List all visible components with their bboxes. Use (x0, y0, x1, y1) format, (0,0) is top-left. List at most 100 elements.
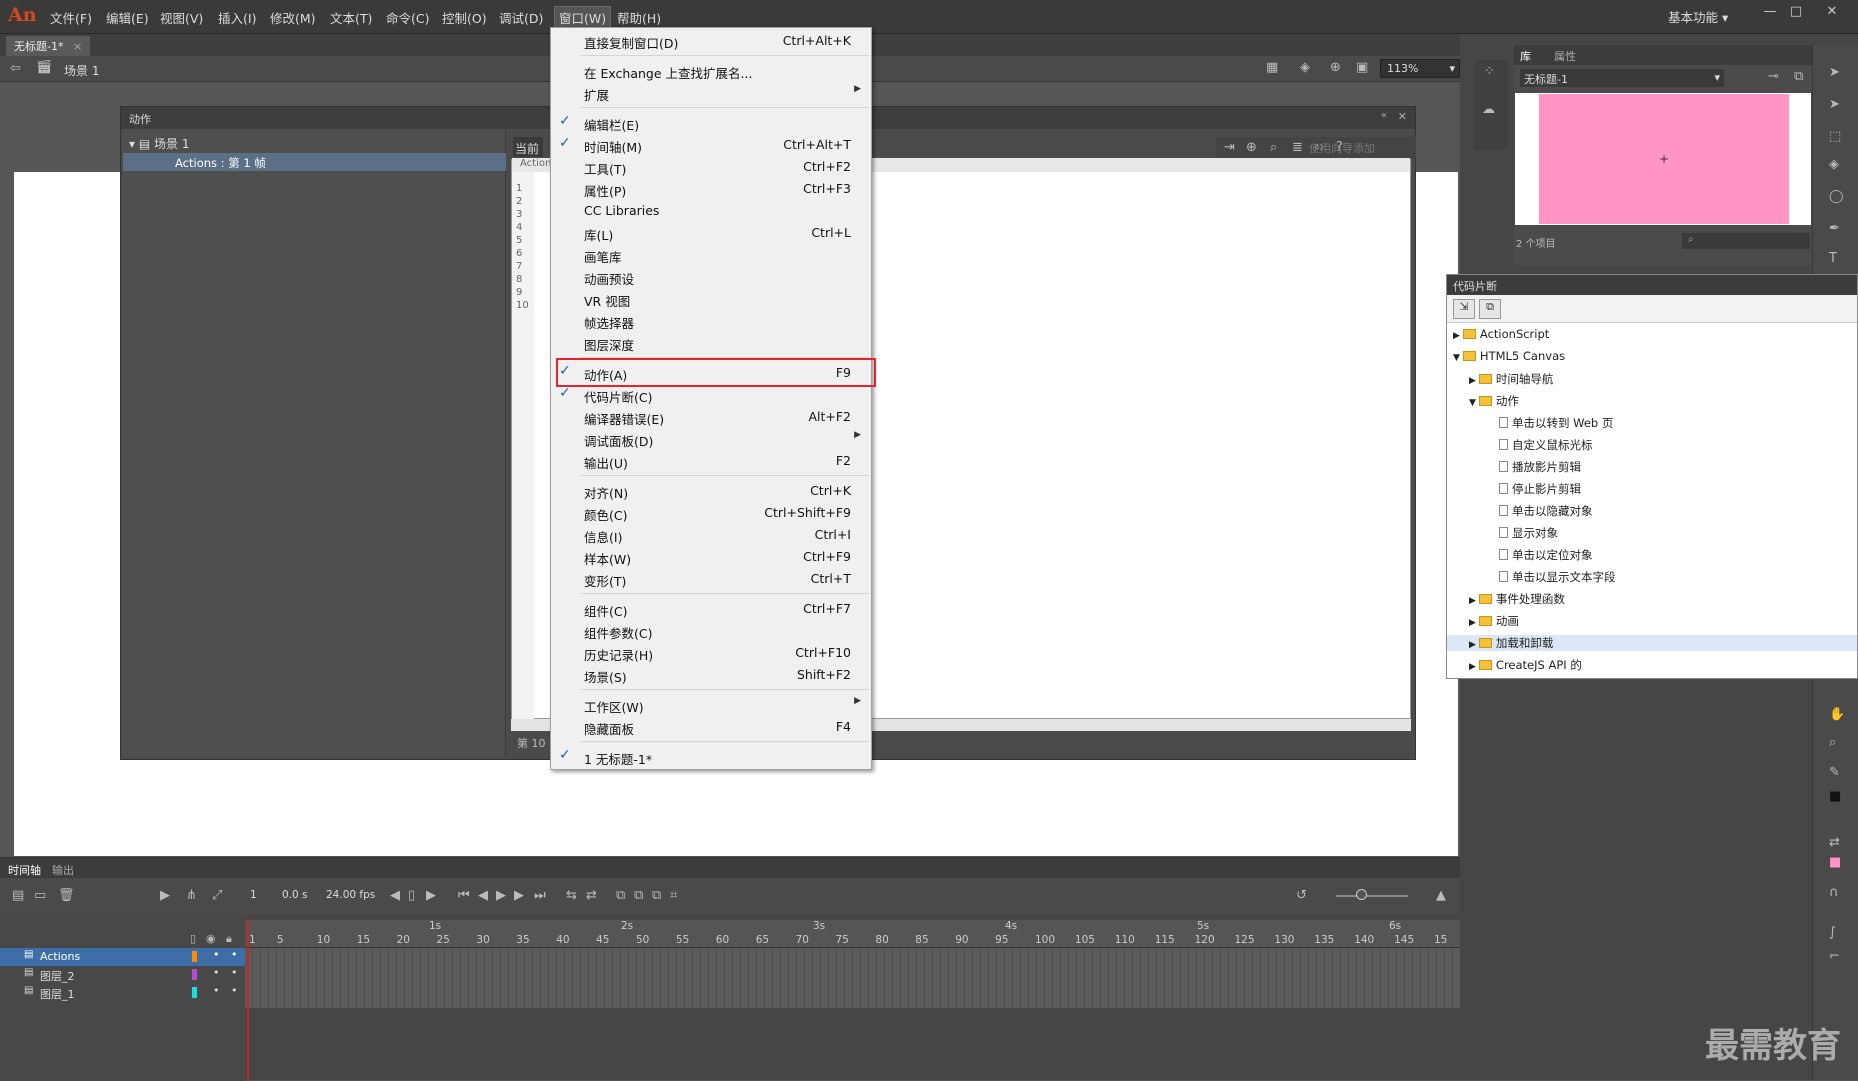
window-menu-item[interactable]: 隐藏面板 F4 (551, 716, 871, 737)
frame-ruler[interactable]: 1 5 10 15 20 25 30 35 40 45 50 55 60 65 70 75 80 85 90 95 10… (245, 920, 1460, 948)
snippet-node[interactable]: 单击以定位对象 (1485, 547, 1593, 563)
library-search[interactable]: ⌕ (1682, 233, 1810, 249)
window-menu-item[interactable]: 在 Exchange 上查找扩展名... (551, 60, 871, 81)
copy-clipboard-icon[interactable]: ⧉ (1479, 299, 1501, 319)
snippet-node[interactable]: 显示对象 (1485, 525, 1558, 541)
expand-arrow-icon[interactable]: ▼ (1453, 353, 1460, 363)
lock-dot[interactable]: • (231, 948, 238, 961)
markers-icon[interactable]: ⌗ (670, 888, 677, 903)
eye-icon[interactable]: ◉ (206, 932, 216, 945)
first-frame-icon[interactable]: ⏮ (458, 888, 470, 903)
layer-row[interactable]: ▤ 图层_1 • • (0, 984, 245, 1002)
zoom-select[interactable]: 113% ▾ (1380, 59, 1460, 78)
snippet-node[interactable]: ▶ 时间轴导航 (1469, 371, 1553, 387)
subselect-tool-icon[interactable]: ➤ (1829, 97, 1840, 112)
zoom-slider-handle[interactable] (1356, 889, 1367, 900)
window-menu-item[interactable]: 工具(T) Ctrl+F2 (551, 156, 871, 177)
assets-icon[interactable]: ⁘ (1484, 64, 1495, 79)
lasso-icon[interactable]: ◯ (1829, 189, 1844, 204)
snippet-node[interactable]: ▼ HTML5 Canvas (1453, 349, 1565, 363)
window-menu-item[interactable]: VR 视图 (551, 288, 871, 309)
frame-rate[interactable]: 24.00 fps (326, 889, 375, 901)
window-menu-item[interactable]: ✓ 代码片断(C) (551, 384, 871, 405)
delete-icon[interactable]: 🗑︎ (58, 888, 75, 903)
center-frame-icon[interactable]: ↺ (1296, 888, 1307, 903)
next-keyframe-icon[interactable]: ▶ (426, 888, 436, 903)
snippet-node[interactable]: 自定义鼠标光标 (1485, 437, 1593, 453)
window-menu-item[interactable]: 工作区(W) ▶ (551, 694, 871, 715)
close-icon[interactable]: × (73, 40, 82, 53)
tab-library[interactable]: 库 (1520, 48, 1531, 64)
cc-libraries-icon[interactable]: ☁ (1482, 102, 1495, 117)
expand-arrow-icon[interactable]: ▶ (1469, 376, 1476, 386)
swap-colors-icon[interactable]: ⇄ (1829, 835, 1840, 850)
panel-close-icon[interactable]: ✕ (1398, 110, 1407, 123)
insert-keyframe-icon[interactable]: ▯ (408, 888, 415, 903)
expand-arrow-icon[interactable]: ▶ (1469, 618, 1476, 628)
collapse-icon[interactable]: « (1381, 110, 1387, 121)
snippet-node[interactable]: 单击以显示文本字段 (1485, 569, 1616, 585)
menu-9[interactable]: 窗口(W) (554, 6, 612, 29)
menu-8[interactable]: 调试(D) (499, 8, 543, 27)
pin-icon[interactable]: ⇥ (1224, 140, 1235, 155)
smooth-icon[interactable]: ∫ (1829, 925, 1836, 940)
eyedropper-icon[interactable]: ✎ (1829, 765, 1840, 780)
frame-grid[interactable] (245, 948, 1460, 1008)
snippet-node[interactable]: ▶ 加载和卸载 (1447, 635, 1857, 651)
search-icon[interactable]: ⌕ (1270, 140, 1277, 155)
layer-color-swatch[interactable] (192, 987, 197, 998)
maximize-button[interactable]: □ (1784, 4, 1808, 22)
visibility-dot[interactable]: • (213, 948, 220, 961)
stroke-color-icon[interactable]: ■ (1829, 789, 1841, 804)
window-menu-item[interactable]: 组件参数(C) (551, 620, 871, 641)
prev-keyframe-icon[interactable]: ◀ (390, 888, 400, 903)
window-menu-item[interactable]: 扩展 ▶ (551, 82, 871, 103)
window-menu-item[interactable]: 对齐(N) Ctrl+K (551, 480, 871, 501)
new-layer-icon[interactable]: ▤ (12, 888, 24, 903)
snippet-node[interactable]: ▼ 动作 (1469, 393, 1519, 409)
menu-10[interactable]: 帮助(H) (617, 8, 661, 27)
visibility-dot[interactable]: • (213, 966, 220, 979)
document-tab[interactable]: 无标题-1* × (6, 36, 91, 56)
tree-actions-frame[interactable]: Actions : 第 1 帧 (123, 153, 506, 171)
fill-color-icon[interactable]: ■ (1829, 855, 1841, 870)
window-menu-item[interactable]: 属性(P) Ctrl+F3 (551, 178, 871, 199)
menu-7[interactable]: 控制(O) (442, 8, 487, 27)
step-forward-icon[interactable]: ▶ (514, 888, 524, 903)
menu-5[interactable]: 文本(T) (330, 8, 372, 27)
camera-icon[interactable]: ▶ (160, 888, 170, 903)
expand-arrow-icon[interactable]: ▶ (1469, 662, 1476, 672)
hand-tool-icon[interactable]: ✋ (1829, 707, 1845, 722)
tab-properties[interactable]: 属性 (1554, 48, 1576, 64)
menu-3[interactable]: 插入(I) (218, 8, 256, 27)
layer-row[interactable]: ▤ Actions • • (0, 948, 245, 966)
window-menu-item[interactable]: 变形(T) Ctrl+T (551, 568, 871, 589)
expand-arrow-icon[interactable]: ▶ (1453, 331, 1460, 341)
onion-icon[interactable]: ⇄ (586, 888, 597, 903)
parent-view-icon[interactable]: ⋔ (186, 888, 197, 903)
new-folder-icon[interactable]: ▭ (34, 888, 46, 903)
straighten-icon[interactable]: ⌐ (1829, 949, 1840, 964)
current-frame[interactable]: 1 (250, 889, 257, 901)
window-menu-item[interactable]: 动画预设 (551, 266, 871, 287)
graph-icon[interactable]: ⤢ (212, 888, 222, 903)
window-menu-item[interactable]: 调试面板(D) ▶ (551, 428, 871, 449)
snippet-node[interactable]: 播放影片剪辑 (1485, 459, 1581, 475)
tree-scene[interactable]: ▾ ▤ 场景 1 (129, 135, 189, 152)
text-tool-icon[interactable]: T (1829, 251, 1837, 266)
edit-symbol-icon[interactable]: ◈ (1300, 60, 1310, 75)
layer-color-swatch[interactable] (192, 951, 197, 962)
clip-icon[interactable]: ▣ (1356, 60, 1368, 75)
edit-scene-icon[interactable]: ▦ (1266, 60, 1278, 75)
mountain-icon[interactable]: ▲ (1436, 888, 1446, 903)
onion-outline-icon[interactable]: ⧉ (652, 888, 661, 903)
onion-skin-icon[interactable]: ⧉ (634, 888, 643, 903)
window-menu-item[interactable]: 图层深度 (551, 332, 871, 353)
menu-2[interactable]: 视图(V) (160, 8, 203, 27)
window-menu-item[interactable]: ✓ 时间轴(M) Ctrl+Alt+T (551, 134, 871, 155)
last-frame-icon[interactable]: ⏭ (534, 888, 546, 903)
window-menu-item[interactable]: 组件(C) Ctrl+F7 (551, 598, 871, 619)
current-tab[interactable]: 当前 (513, 137, 543, 157)
window-menu-item[interactable]: 颜色(C) Ctrl+Shift+F9 (551, 502, 871, 523)
outline-toggle-icon[interactable]: ▯ (190, 932, 196, 945)
